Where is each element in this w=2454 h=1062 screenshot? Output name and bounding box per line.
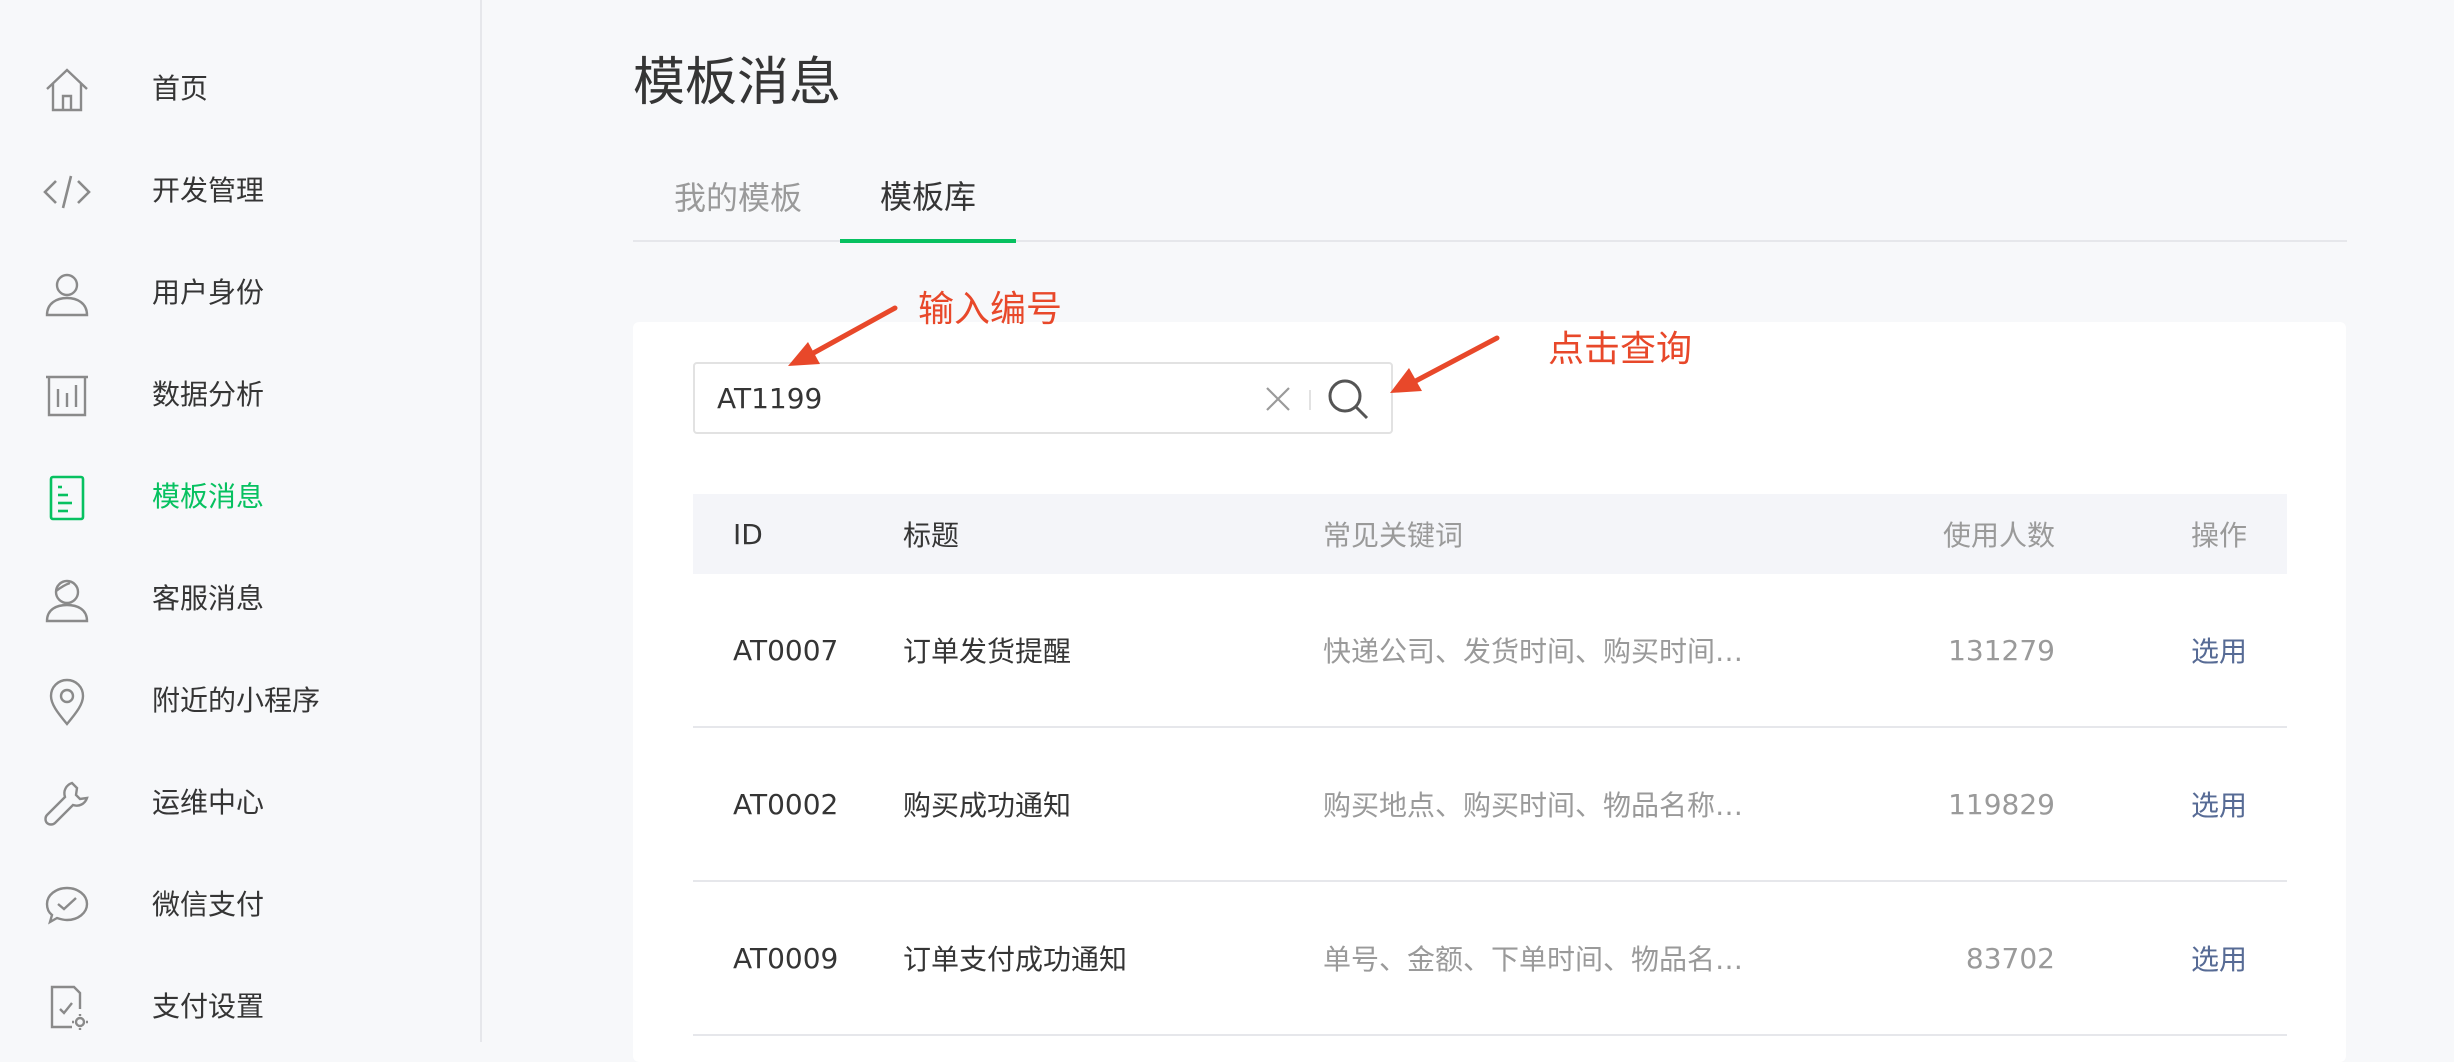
sidebar-item-nearby[interactable]: 附近的小程序 — [0, 659, 480, 739]
cell-users: 83702 — [1965, 941, 2055, 975]
table-header: ID 标题 常见关键词 使用人数 操作 — [693, 494, 2287, 574]
select-button[interactable]: 选用 — [2191, 574, 2247, 726]
clear-icon[interactable] — [1261, 382, 1295, 416]
table-row: AT0007 订单发货提醒 快递公司、发货时间、购买时间… 131279 选用 — [693, 574, 2287, 728]
wechat-pay-icon — [42, 881, 92, 931]
cell-id: AT0002 — [733, 787, 839, 821]
cell-id: AT0009 — [733, 941, 839, 975]
search-box — [693, 362, 1393, 434]
sidebar-item-wechat-pay[interactable]: 微信支付 — [0, 863, 480, 943]
column-header-keywords: 常见关键词 — [1323, 519, 1464, 552]
code-icon — [42, 167, 92, 217]
table-row: AT0009 订单支付成功通知 单号、金额、下单时间、物品名… 83702 选用 — [693, 882, 2287, 1036]
sidebar-item-label: 微信支付 — [152, 888, 265, 921]
tab-template-library[interactable]: 模板库 — [840, 150, 1016, 243]
search-icon[interactable] — [1323, 374, 1373, 424]
sidebar-item-label: 首页 — [152, 72, 209, 105]
sidebar-item-label: 数据分析 — [152, 378, 265, 411]
sidebar-item-dev[interactable]: 开发管理 — [0, 149, 480, 229]
annotation-search-hint: 点击查询 — [1548, 329, 1693, 370]
sidebar-item-label: 开发管理 — [152, 174, 265, 207]
tab-my-templates[interactable]: 我的模板 — [673, 150, 803, 242]
cell-title: 订单发货提醒 — [903, 635, 1072, 668]
select-button[interactable]: 选用 — [2191, 882, 2247, 1034]
user-icon — [42, 269, 92, 319]
table-row: AT0002 购买成功通知 购买地点、购买时间、物品名称… 119829 选用 — [693, 728, 2287, 882]
cell-users: 131279 — [1948, 633, 2055, 667]
document-icon — [42, 473, 92, 523]
tab-bar: 我的模板 模板库 — [633, 150, 2347, 243]
sidebar-item-label: 用户身份 — [152, 276, 265, 309]
column-header-title: 标题 — [903, 519, 960, 552]
sidebar-item-ops[interactable]: 运维中心 — [0, 761, 480, 841]
sidebar-item-label: 支付设置 — [152, 990, 265, 1023]
cell-keywords: 购买地点、购买时间、物品名称… — [1323, 789, 1744, 822]
annotation-input-hint: 输入编号 — [918, 289, 1063, 330]
search-input[interactable] — [713, 364, 1233, 432]
sidebar-item-home[interactable]: 首页 — [0, 47, 480, 127]
wrench-icon — [42, 779, 92, 829]
payment-settings-icon — [42, 983, 92, 1033]
sidebar-item-user[interactable]: 用户身份 — [0, 251, 480, 331]
home-icon — [42, 65, 92, 115]
cell-keywords: 快递公司、发货时间、购买时间… — [1323, 635, 1744, 668]
sidebar-item-customer-service[interactable]: 客服消息 — [0, 557, 480, 637]
sidebar: 首页 开发管理 用户身份 数据分析 模板消息 客服消息 附近的小程序 运维中心 … — [0, 0, 482, 1042]
page-title: 模板消息 — [633, 53, 842, 113]
column-header-users: 使用人数 — [1942, 519, 2055, 552]
sidebar-item-analytics[interactable]: 数据分析 — [0, 353, 480, 433]
cell-keywords: 单号、金额、下单时间、物品名… — [1323, 943, 1744, 976]
sidebar-item-label: 客服消息 — [152, 582, 265, 615]
search-divider — [1309, 390, 1311, 410]
sidebar-item-label: 模板消息 — [152, 480, 265, 513]
cell-title: 购买成功通知 — [903, 789, 1072, 822]
cell-title: 订单支付成功通知 — [903, 943, 1128, 976]
customer-service-icon — [42, 575, 92, 625]
location-pin-icon — [42, 677, 92, 727]
sidebar-item-label: 附近的小程序 — [152, 684, 321, 717]
cell-users: 119829 — [1948, 787, 2055, 821]
column-header-id: ID — [733, 517, 763, 551]
sidebar-item-payment-settings[interactable]: 支付设置 — [0, 965, 480, 1045]
column-header-op: 操作 — [2190, 519, 2247, 552]
select-button[interactable]: 选用 — [2191, 728, 2247, 880]
sidebar-item-label: 运维中心 — [152, 786, 265, 819]
sidebar-item-template[interactable]: 模板消息 — [0, 455, 480, 535]
bar-chart-icon — [42, 371, 92, 421]
cell-id: AT0007 — [733, 633, 839, 667]
